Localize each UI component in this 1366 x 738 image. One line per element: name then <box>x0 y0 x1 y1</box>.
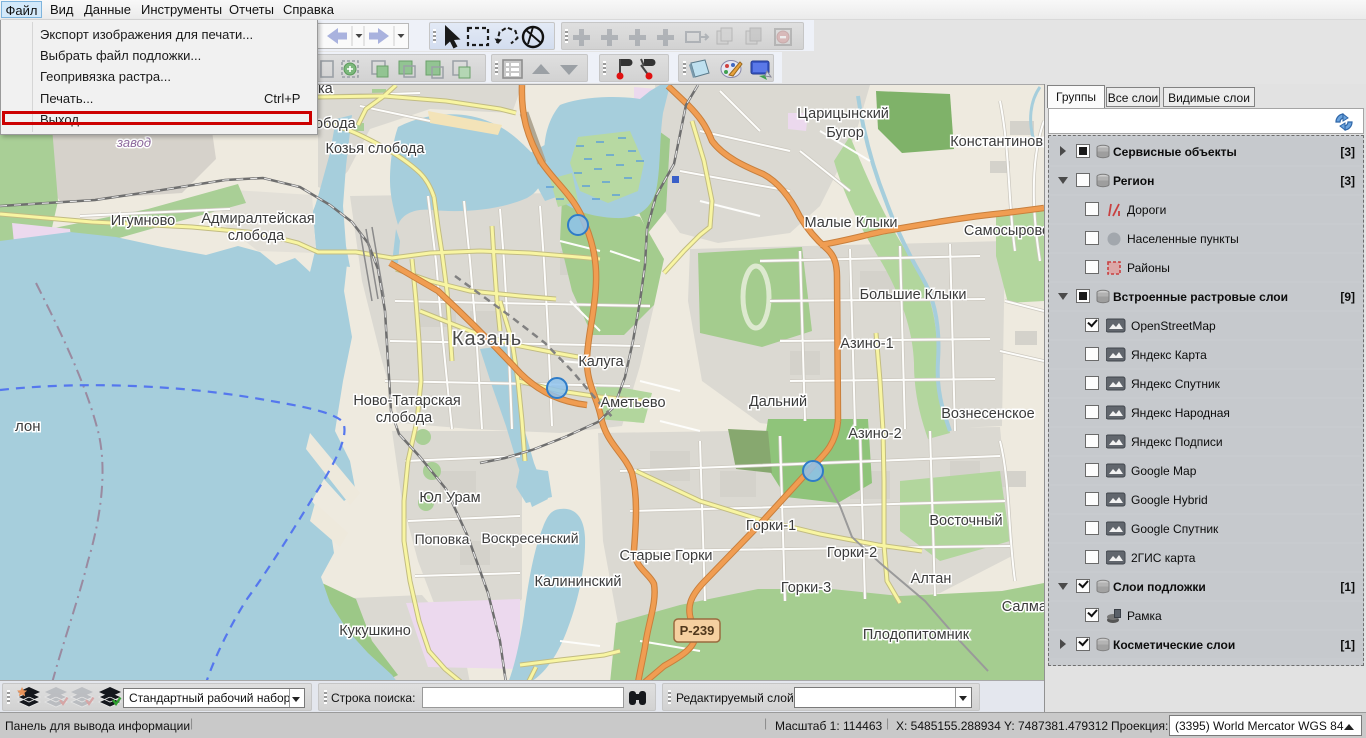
svg-text:ка: ка <box>318 85 334 97</box>
svg-text:Аметьево: Аметьево <box>600 395 665 411</box>
svg-text:Самосырово: Самосырово <box>964 223 1044 239</box>
svg-text:Азино-1: Азино-1 <box>840 336 893 352</box>
svg-text:Восточный: Восточный <box>929 513 1002 529</box>
svg-text:Большие Клыки: Большие Клыки <box>860 287 967 303</box>
svg-text:Кукушкино: Кукушкино <box>339 623 411 639</box>
svg-text:лон: лон <box>15 418 41 435</box>
svg-text:Ново-Татарская: Ново-Татарская <box>353 393 460 409</box>
svg-text:Алтан: Алтан <box>911 571 952 587</box>
svg-text:Горки-3: Горки-3 <box>781 580 831 596</box>
svg-text:Азино-2: Азино-2 <box>848 426 901 442</box>
svg-text:Константиновка: Константиновка <box>950 134 1044 150</box>
svg-text:завод: завод <box>116 135 151 150</box>
svg-text:Р-239: Р-239 <box>680 623 715 638</box>
svg-text:Малые Клыки: Малые Клыки <box>804 215 897 231</box>
svg-text:Бугор: Бугор <box>826 125 864 141</box>
svg-text:Старые Горки: Старые Горки <box>619 548 712 564</box>
svg-text:слобода: слобода <box>228 228 285 244</box>
svg-text:Игумново: Игумново <box>111 213 175 229</box>
svg-text:Козья слобода: Козья слобода <box>326 141 426 157</box>
svg-text:Казань: Казань <box>452 328 522 350</box>
svg-text:Воскресенский: Воскресенский <box>481 530 578 546</box>
svg-text:Калуга: Калуга <box>578 354 624 370</box>
svg-text:Салмачи: Салмачи <box>1002 599 1044 615</box>
svg-text:обода: обода <box>315 116 357 132</box>
svg-text:Юл Урам: Юл Урам <box>419 490 480 506</box>
svg-text:Горки-2: Горки-2 <box>827 545 877 561</box>
svg-text:Калининский: Калининский <box>535 574 622 590</box>
svg-text:Дальний: Дальний <box>749 394 807 410</box>
svg-text:Адмиралтейская: Адмиралтейская <box>201 211 314 227</box>
svg-text:слобода: слобода <box>376 410 433 426</box>
svg-text:Горки-1: Горки-1 <box>746 518 796 534</box>
svg-text:Царицынский: Царицынский <box>797 106 889 122</box>
svg-text:Вознесенское: Вознесенское <box>941 406 1035 422</box>
svg-text:Поповка: Поповка <box>415 531 470 547</box>
svg-text:Плодопитомник: Плодопитомник <box>863 627 970 643</box>
